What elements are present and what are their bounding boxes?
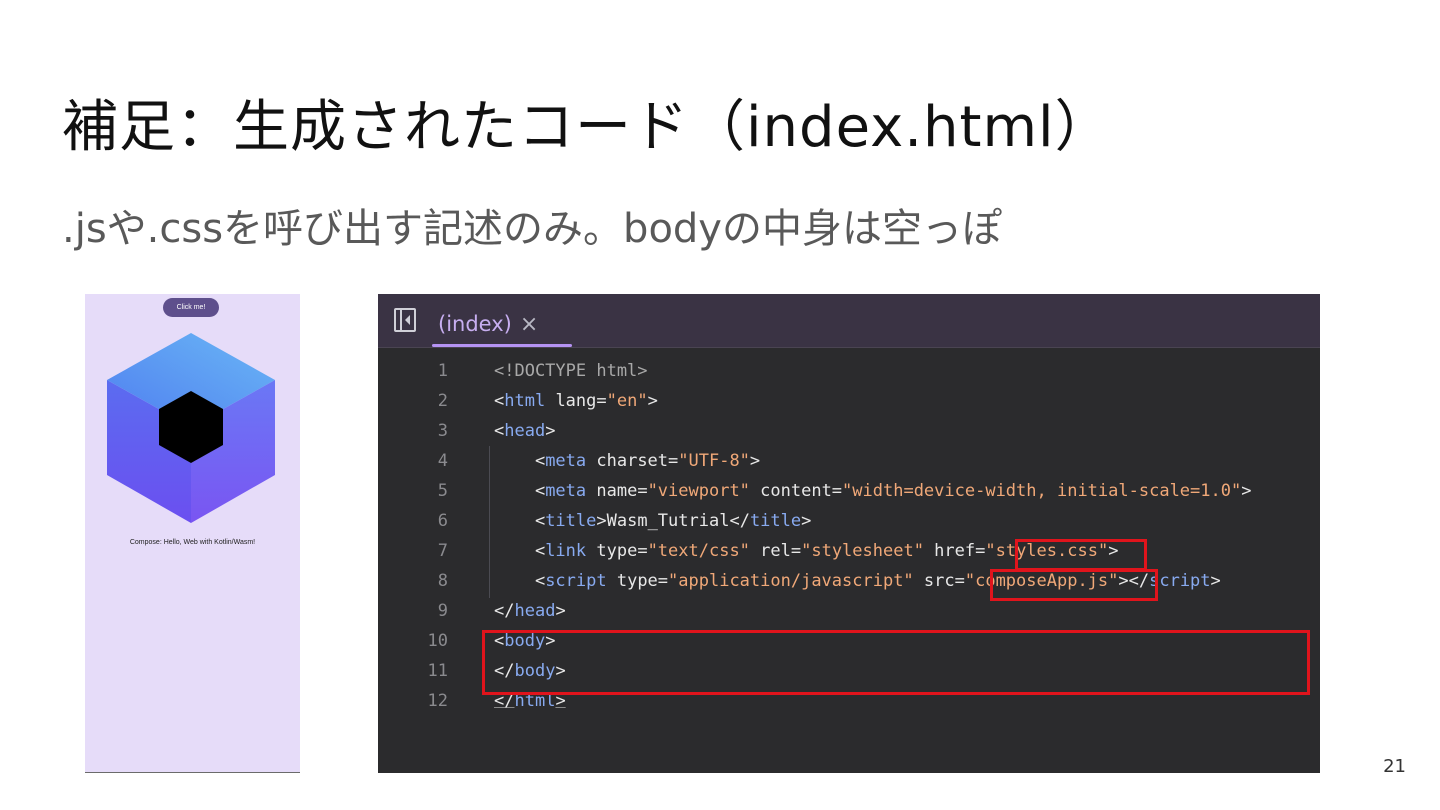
sidebar-toggle-icon[interactable]	[394, 308, 416, 332]
slide-title: 補足：生成されたコード（index.html）	[62, 95, 1112, 160]
code-token: lang=	[545, 391, 607, 411]
code-token: >	[1210, 571, 1221, 591]
code-token: charset=	[586, 451, 679, 471]
code-token: script	[545, 571, 607, 591]
code-token: >	[801, 511, 812, 531]
code-token: </	[494, 601, 515, 621]
code-token: "text/css"	[647, 541, 750, 561]
code-token: "UTF-8"	[678, 451, 750, 471]
code-token: title	[545, 511, 597, 531]
code-line: 6 <title>Wasm_Tutrial</title>	[378, 506, 1320, 536]
code-token: "application/javascript"	[668, 571, 914, 591]
compose-multiplatform-logo-icon	[107, 333, 275, 523]
code-line: 7 <link type="text/css" rel="stylesheet"…	[378, 536, 1320, 566]
code-token: title	[749, 511, 802, 531]
code-line: 1 <!DOCTYPE html>	[378, 356, 1320, 386]
code-token: "en"	[606, 391, 648, 411]
code-token: html	[504, 391, 546, 411]
code-text: <!DOCTYPE html>	[494, 356, 648, 386]
code-token: <	[494, 451, 546, 471]
line-number: 5	[437, 481, 448, 501]
active-tab-indicator	[432, 344, 572, 347]
code-line: 9 </head>	[378, 596, 1320, 626]
code-text: </head>	[494, 596, 566, 626]
code-line: 8 <script type="application/javascript" …	[378, 566, 1320, 596]
code-editor: (index) × 1 <!DOCTYPE html> 2 <html lang="e…	[378, 294, 1320, 773]
code-token: <	[494, 511, 546, 531]
line-number: 4	[437, 451, 448, 471]
code-token: rel=	[749, 541, 802, 561]
code-token: <	[494, 541, 546, 561]
code-text: <html lang="en">	[494, 386, 658, 416]
app-preview-panel: Click me! Compose: Hello, Web with Kotli…	[85, 294, 300, 773]
line-number: 3	[437, 421, 448, 441]
line-number: 10	[427, 631, 448, 651]
code-token: "width=device-width, initial-scale=1.0"	[842, 481, 1242, 501]
code-token: >	[555, 601, 566, 621]
code-token: >	[647, 391, 658, 411]
code-token: </	[729, 511, 750, 531]
highlight-body-block	[482, 630, 1310, 695]
tab-label: (index)	[438, 312, 512, 336]
code-token: name=	[586, 481, 648, 501]
page-number: 21	[1383, 756, 1406, 777]
line-number: 2	[437, 391, 448, 411]
line-number: 7	[437, 541, 448, 561]
code-token: <	[494, 391, 505, 411]
line-number: 11	[427, 661, 448, 681]
code-text: <meta charset="UTF-8">	[494, 446, 760, 476]
code-token: href=	[923, 541, 986, 561]
code-line: 4 <meta charset="UTF-8">	[378, 446, 1320, 476]
code-token: <	[494, 481, 546, 501]
code-token: meta	[545, 451, 587, 471]
highlight-styles-css	[1015, 539, 1147, 571]
code-token: src=	[913, 571, 965, 591]
code-token: Wasm_Tutrial	[606, 511, 730, 531]
code-token: "viewport"	[647, 481, 750, 501]
code-token: head	[514, 601, 556, 621]
code-token: >	[596, 511, 607, 531]
greeting-text: Compose: Hello, Web with Kotlin/Wasm!	[129, 539, 256, 546]
code-line: 2 <html lang="en">	[378, 386, 1320, 416]
line-number: 6	[437, 511, 448, 531]
code-token: >	[749, 451, 761, 471]
code-token: "stylesheet"	[801, 541, 924, 561]
code-token: <!DOCTYPE html>	[494, 361, 648, 381]
code-token: meta	[545, 481, 587, 501]
code-token: content=	[749, 481, 843, 501]
slide-subtitle: .jsや.cssを呼び出す記述のみ。bodyの中身は空っぽ	[62, 206, 1002, 252]
click-me-button[interactable]: Click me!	[163, 298, 219, 317]
code-token: <	[494, 421, 505, 441]
highlight-composeapp-js	[990, 569, 1158, 601]
code-text: <title>Wasm_Tutrial</title>	[494, 506, 811, 536]
code-token: <	[494, 571, 546, 591]
code-token: type=	[606, 571, 669, 591]
code-token: script	[1149, 571, 1211, 591]
code-token: >	[545, 421, 556, 441]
line-number: 8	[437, 571, 448, 591]
tab-index[interactable]: (index) ×	[430, 304, 546, 344]
line-number: 1	[437, 361, 448, 381]
close-icon[interactable]: ×	[520, 312, 538, 337]
code-text: <head>	[494, 416, 555, 446]
code-line: 5 <meta name="viewport" content="width=d…	[378, 476, 1320, 506]
code-token: head	[504, 421, 546, 441]
line-number: 12	[427, 691, 448, 711]
code-token: link	[545, 541, 587, 561]
code-token: type=	[586, 541, 648, 561]
line-number: 9	[437, 601, 448, 621]
code-token: >	[1241, 481, 1252, 501]
code-line: 3 <head>	[378, 416, 1320, 446]
code-text: <meta name="viewport" content="width=dev…	[494, 476, 1252, 506]
editor-tab-bar: (index) ×	[378, 294, 1320, 348]
